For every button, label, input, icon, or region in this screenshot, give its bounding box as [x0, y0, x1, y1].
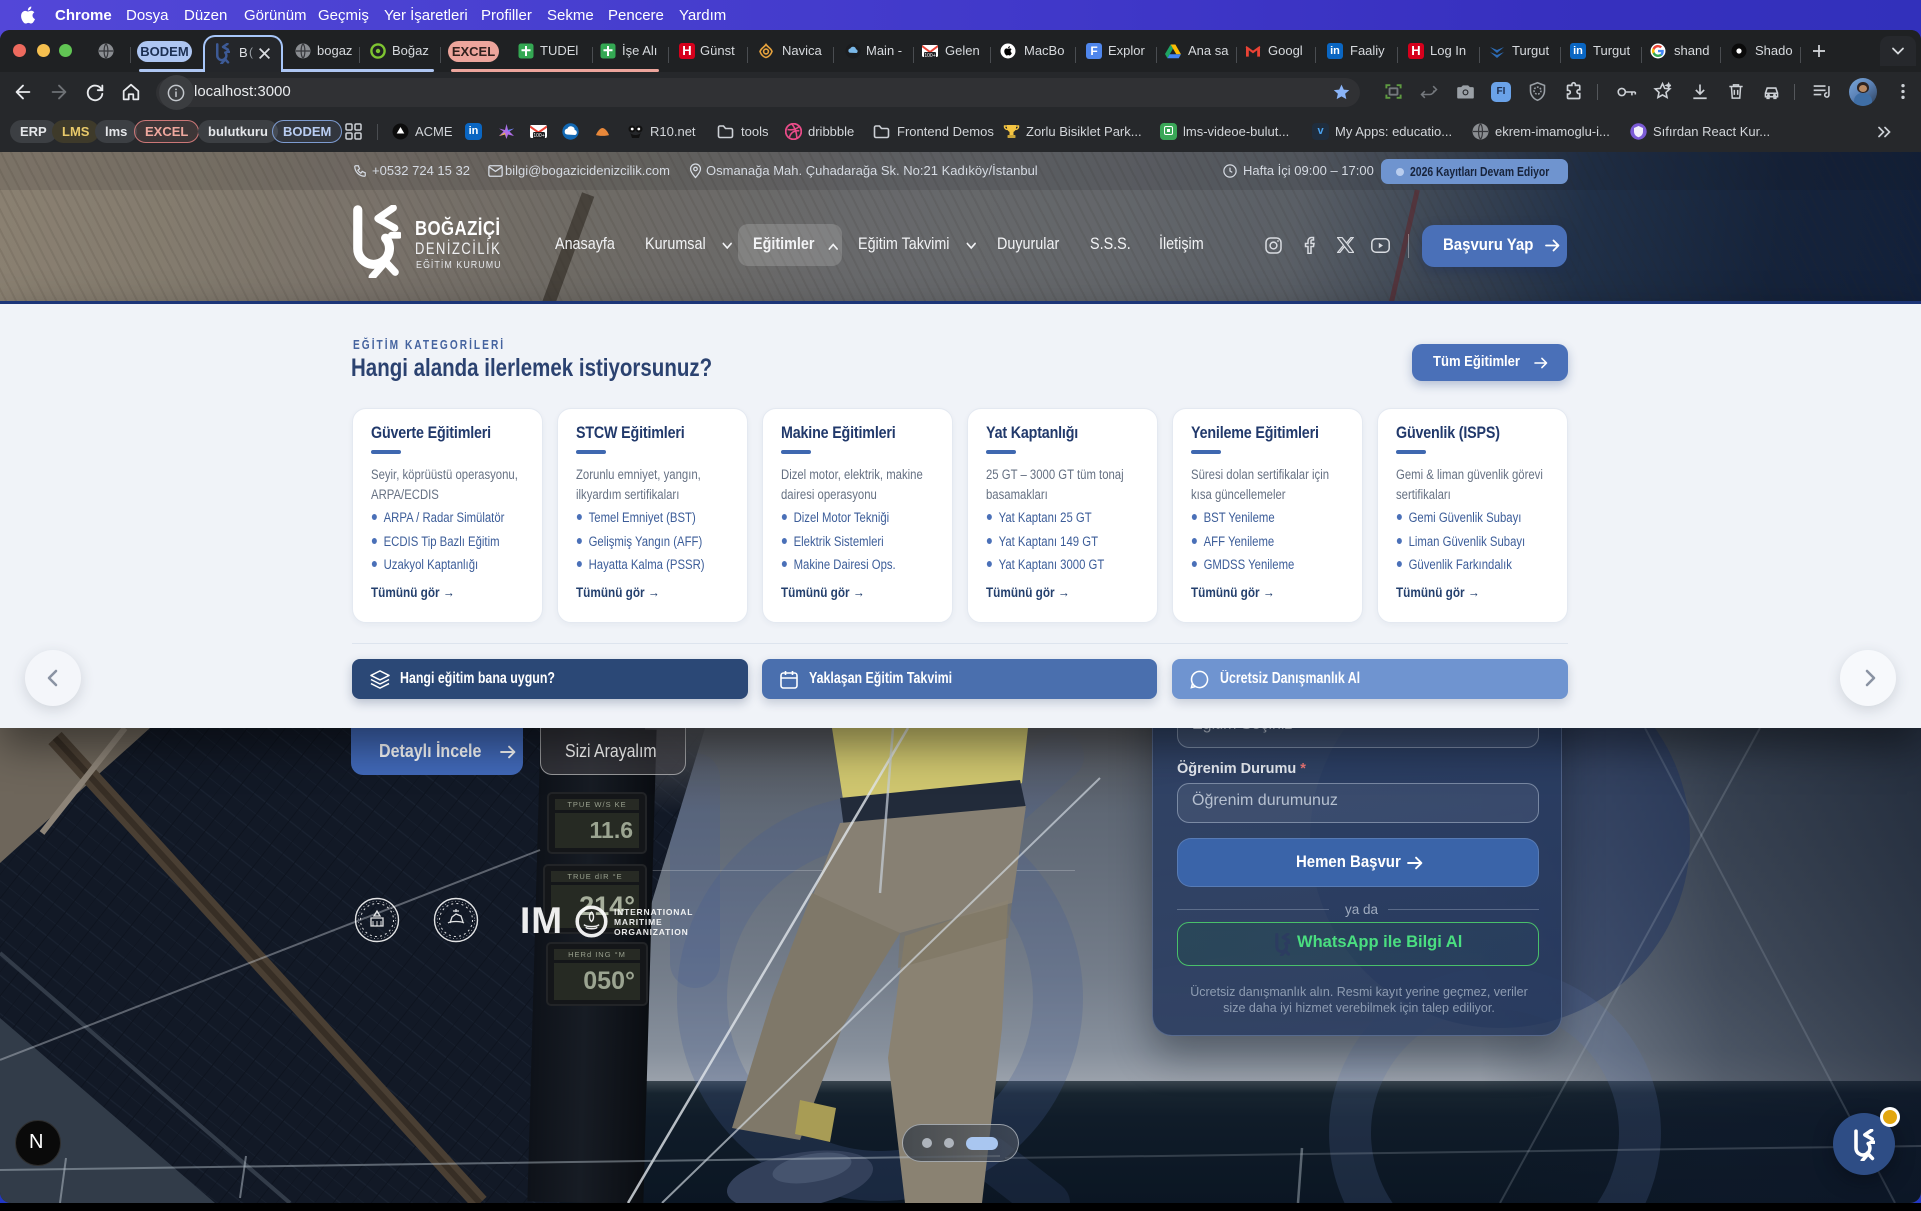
svg-text:100+: 100+ — [533, 133, 544, 139]
svg-text:100+: 100+ — [924, 53, 935, 59]
